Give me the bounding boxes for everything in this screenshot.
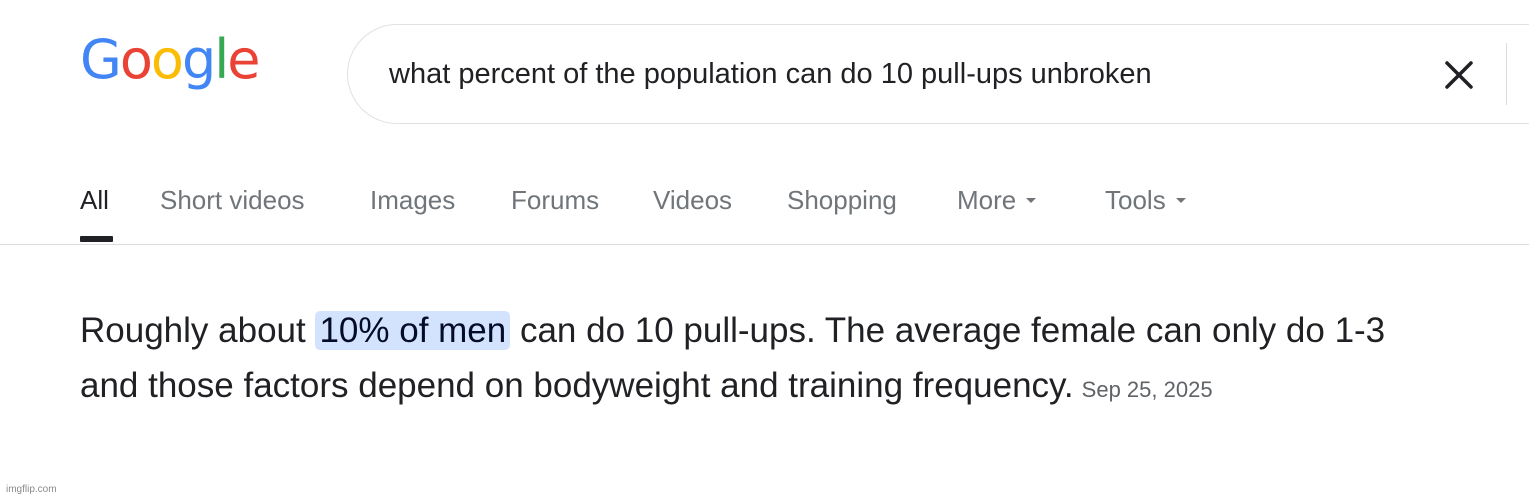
search-input[interactable] <box>389 25 1389 123</box>
tab-all[interactable]: All <box>80 182 109 218</box>
caret-down-icon <box>1026 198 1037 204</box>
caret-down-icon <box>1175 198 1186 204</box>
logo-letter: e <box>227 28 260 91</box>
tab-label: Shopping <box>787 185 897 215</box>
answer-date: Sep 25, 2025 <box>1081 377 1213 402</box>
logo-letter: g <box>181 28 216 91</box>
featured-answer: Roughly about 10% of men can do 10 pull-… <box>80 303 1420 417</box>
tab-label: Forums <box>511 185 600 215</box>
answer-text-before: Roughly about <box>80 311 316 350</box>
tab-label: Videos <box>653 185 733 215</box>
close-icon <box>1445 61 1473 89</box>
search-box <box>347 24 1529 124</box>
logo-letter: o <box>119 28 153 91</box>
tab-images[interactable]: Images <box>370 182 455 218</box>
tab-more[interactable]: More <box>957 182 1037 218</box>
active-tab-indicator <box>80 236 113 242</box>
tab-short-videos[interactable]: Short videos <box>160 182 305 218</box>
logo-letter: o <box>150 28 184 91</box>
tab-videos[interactable]: Videos <box>653 182 732 218</box>
logo-letter: l <box>214 28 229 91</box>
tab-label: Short videos <box>160 185 305 215</box>
tab-label: Images <box>370 185 456 215</box>
watermark: imgflip.com <box>6 484 57 495</box>
tab-label: Tools <box>1105 185 1166 215</box>
logo-letter: G <box>80 28 122 91</box>
tab-label: More <box>957 185 1017 215</box>
tab-forums[interactable]: Forums <box>511 182 599 218</box>
google-logo[interactable]: Google <box>80 33 260 87</box>
search-divider <box>1506 43 1507 105</box>
search-tabs: All Short videos Images Forums Videos Sh… <box>0 170 1529 245</box>
tab-tools[interactable]: Tools <box>1105 182 1186 218</box>
tab-label: All <box>80 185 109 215</box>
tab-shopping[interactable]: Shopping <box>787 182 897 218</box>
clear-search-button[interactable] <box>1438 58 1480 92</box>
answer-highlight: 10% of men <box>315 311 511 350</box>
